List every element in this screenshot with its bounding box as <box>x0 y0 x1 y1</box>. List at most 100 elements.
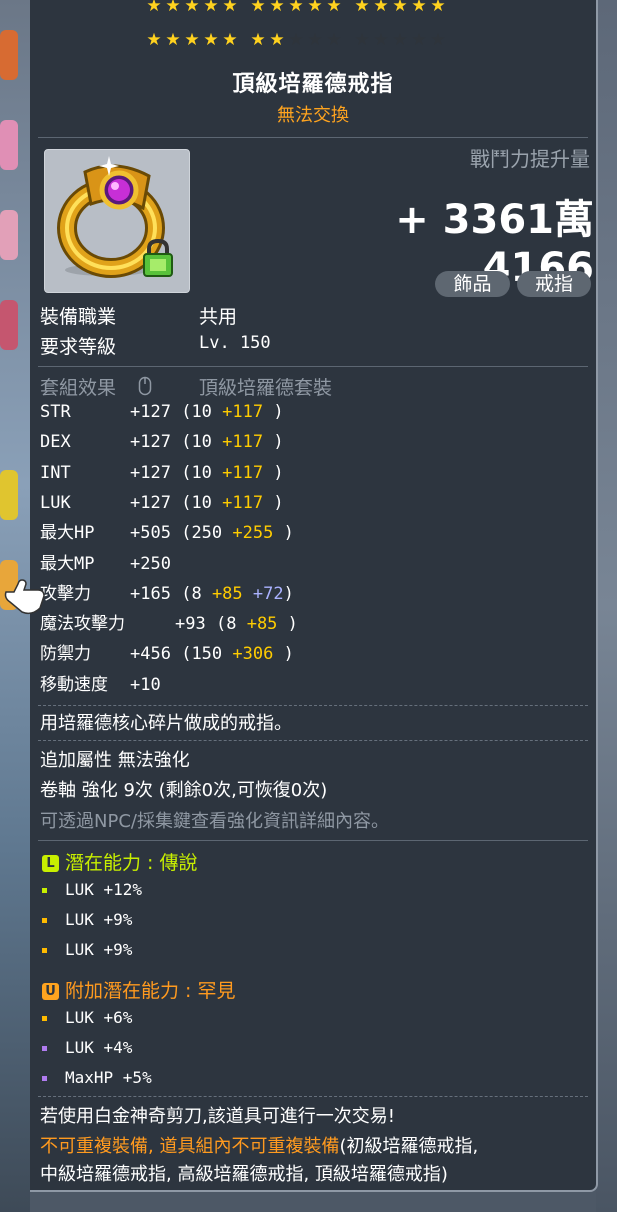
hand-cursor-icon <box>4 579 45 615</box>
set-name: 頂級培羅德套裝 <box>199 377 333 399</box>
level-label: 要求等級 <box>40 336 117 358</box>
bullet-icon <box>42 918 47 923</box>
stat-close: ) <box>283 523 294 544</box>
star-filled-icon: ★ <box>146 30 162 50</box>
stat-name: LUK <box>40 492 71 513</box>
stat-total: +93 <box>175 614 206 635</box>
star-group: ★ ★ ★ ★ ★ <box>250 0 342 18</box>
star-filled-icon: ★ <box>203 30 219 50</box>
stat-bonus: +306 <box>232 644 274 665</box>
star-group: ★ ★ ★ ★ ★ <box>250 32 342 52</box>
stat-close: ) <box>273 462 284 483</box>
divider <box>38 840 588 841</box>
stat-close: ) <box>273 432 284 453</box>
star-filled-icon: ★ <box>288 0 304 16</box>
stat-row: INT +127 (10 +117 ) <box>40 461 284 485</box>
stat-base: (150 <box>181 644 223 665</box>
stat-name: 最大MP <box>40 553 95 574</box>
stat-name: DEX <box>40 432 71 453</box>
star-filled-icon: ★ <box>250 0 266 16</box>
potential-header: L 潛在能力 : 傳說 <box>42 848 197 875</box>
stat-close: ) <box>283 644 294 665</box>
potential-line: MaxHP +5% <box>42 1066 152 1090</box>
divider <box>38 366 588 367</box>
legendary-grade-icon: L <box>42 855 59 872</box>
potential-line-text: LUK +6% <box>65 1008 133 1027</box>
divider <box>38 137 588 138</box>
star-empty-icon: ★ <box>288 30 304 50</box>
stat-row: LUK +127 (10 +117 ) <box>40 491 284 515</box>
stat-row: 最大MP +250 <box>40 552 171 576</box>
scissors-note: 若使用白金神奇剪刀,該道具可進行一次交易! <box>40 1106 395 1127</box>
unique-warning: 不可重複裝備, 道具組內不可重複裝備 <box>40 1136 340 1157</box>
bullet-icon <box>42 888 47 893</box>
star-filled-icon: ★ <box>222 0 238 16</box>
job-value: 共用 <box>199 306 238 328</box>
potential-line-text: LUK +12% <box>65 880 143 899</box>
star-group: ★ ★ ★ ★ ★ <box>146 32 238 52</box>
stat-name: 防禦力 <box>40 644 91 665</box>
potential-line: LUK +12% <box>42 878 142 902</box>
star-filled-icon: ★ <box>307 0 323 16</box>
star-filled-icon: ★ <box>411 0 427 16</box>
unique-list-part2: 中級培羅德戒指, 高級培羅德戒指, 頂級培羅德戒指) <box>40 1164 448 1185</box>
stat-row: 魔法攻擊力 +93 (8 +85 ) <box>40 612 298 636</box>
background-right-panel <box>596 0 617 1212</box>
star-group: ★ ★ ★ ★ ★ <box>146 0 238 18</box>
stat-bonus: +117 <box>222 462 264 483</box>
star-filled-icon: ★ <box>203 0 219 16</box>
star-filled-icon: ★ <box>269 0 285 16</box>
stat-row: 最大HP +505 (250 +255 ) <box>40 521 294 545</box>
stat-base: (250 <box>181 523 223 544</box>
star-filled-icon: ★ <box>373 0 389 16</box>
bullet-icon <box>42 1046 47 1051</box>
stat-base: (8 <box>215 614 237 635</box>
item-icon-frame <box>44 149 190 293</box>
stat-row: 移動速度 +10 <box>40 673 161 697</box>
star-filled-icon: ★ <box>250 30 266 50</box>
stat-total: +250 <box>130 553 171 574</box>
stat-name: 移動速度 <box>40 674 108 695</box>
item-description: 用培羅德核心碎片做成的戒指。 <box>40 713 292 734</box>
stat-bonus: +85 <box>211 583 243 604</box>
potential-line-text: LUK +9% <box>65 940 133 959</box>
star-filled-icon: ★ <box>392 0 408 16</box>
star-filled-icon: ★ <box>354 0 370 16</box>
job-label: 裝備職業 <box>40 306 117 328</box>
stat-base: (10 <box>181 462 212 483</box>
trade-status: 無法交換 <box>277 105 349 126</box>
star-empty-icon: ★ <box>307 30 323 50</box>
star-filled-icon: ★ <box>430 0 446 16</box>
star-filled-icon: ★ <box>222 30 238 50</box>
stat-total: +127 <box>130 432 171 453</box>
bullet-icon <box>42 1076 47 1081</box>
enhance-hint: 可透過NPC/採集鍵查看強化資訊詳細內容。 <box>40 811 389 832</box>
stat-close: ) <box>273 492 284 513</box>
stat-total: +127 <box>130 462 171 483</box>
category-tag-ring: 戒指 <box>517 271 591 297</box>
combat-power-label: 戰鬥力提升量 <box>470 147 590 171</box>
background-item-icon <box>0 120 18 170</box>
additional-potential-title: 附加潛在能力 : 罕見 <box>65 980 236 1002</box>
stat-row: STR +127 (10 +117 ) <box>40 400 284 424</box>
stat-base: (8 <box>181 583 202 604</box>
potential-line: LUK +9% <box>42 908 132 932</box>
stat-bonus: +117 <box>222 402 264 422</box>
background-item-icon <box>0 210 18 260</box>
stat-name: 攻擊力 <box>40 583 91 604</box>
category-tag-accessory: 飾品 <box>435 271 510 297</box>
additional-potential-header: U 附加潛在能力 : 罕見 <box>42 976 235 1003</box>
star-force-row-2: ★ ★ ★ ★ ★ ★ ★ ★ ★ ★ ★ ★ ★ ★ ★ <box>146 32 446 52</box>
stat-name: INT <box>40 462 71 483</box>
potential-line-text: LUK +4% <box>65 1038 133 1057</box>
stat-base: (10 <box>181 402 212 422</box>
star-filled-icon: ★ <box>269 30 285 50</box>
divider <box>38 705 588 706</box>
stat-bonus: +255 <box>232 523 274 544</box>
lock-icon <box>143 238 173 277</box>
stat-base: (10 <box>181 432 212 453</box>
star-force-row-1: ★ ★ ★ ★ ★ ★ ★ ★ ★ ★ ★ ★ ★ ★ ★ <box>146 0 446 18</box>
stat-total: +127 <box>130 492 171 513</box>
star-empty-icon: ★ <box>373 30 389 50</box>
item-name: 頂級培羅德戒指 <box>232 72 394 97</box>
